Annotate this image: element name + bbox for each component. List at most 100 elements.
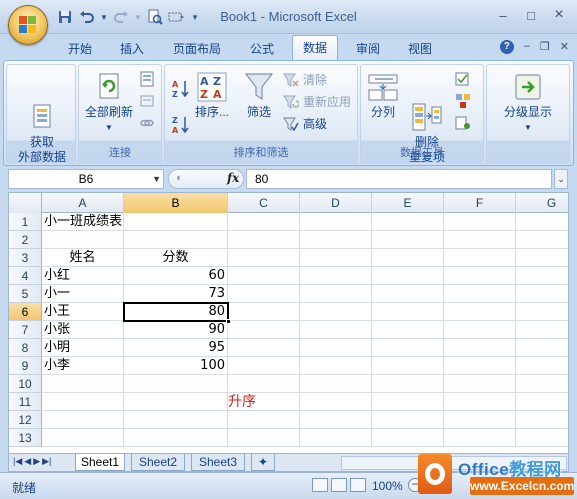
minimize-button[interactable]: – <box>491 6 515 24</box>
row-header[interactable]: 4 <box>9 267 42 285</box>
chevron-down-icon[interactable]: ▼ <box>152 170 161 188</box>
data-validation-icon[interactable] <box>455 71 471 87</box>
expand-formula-bar-button[interactable]: ⌄ <box>554 169 568 189</box>
consolidate-icon[interactable] <box>455 93 471 109</box>
cell[interactable] <box>228 303 300 321</box>
cell[interactable] <box>516 285 568 303</box>
cell[interactable] <box>228 285 300 303</box>
cell[interactable]: 73 <box>124 285 228 303</box>
cell[interactable] <box>228 213 300 231</box>
tab-insert[interactable]: 插入 <box>110 39 154 60</box>
tab-review[interactable]: 审阅 <box>346 39 390 60</box>
prev-sheet-icon[interactable]: ◀ <box>24 456 31 467</box>
cell[interactable] <box>228 411 300 429</box>
cell[interactable] <box>444 375 516 393</box>
cell[interactable]: 100 <box>124 357 228 375</box>
insert-function-button[interactable]: fx <box>227 171 239 185</box>
filter-button[interactable]: 筛选 <box>239 71 279 120</box>
cell[interactable]: 95 <box>124 339 228 357</box>
cell[interactable] <box>372 321 444 339</box>
restore-icon[interactable]: ❐ <box>540 40 550 54</box>
cell[interactable] <box>228 321 300 339</box>
cell[interactable]: 80 <box>124 303 228 321</box>
cell[interactable] <box>516 429 568 447</box>
cell[interactable] <box>516 267 568 285</box>
cell[interactable] <box>516 411 568 429</box>
cell[interactable] <box>124 375 228 393</box>
cell[interactable] <box>372 429 444 447</box>
cell[interactable] <box>372 411 444 429</box>
cell[interactable] <box>444 321 516 339</box>
cell[interactable] <box>228 231 300 249</box>
cell[interactable] <box>516 231 568 249</box>
cell[interactable] <box>444 429 516 447</box>
cell[interactable] <box>372 267 444 285</box>
customize-icon[interactable] <box>168 9 186 25</box>
tab-home[interactable]: 开始 <box>58 39 102 60</box>
edit-links-icon[interactable] <box>139 115 155 131</box>
cell[interactable]: 小张 <box>42 321 124 339</box>
cell[interactable] <box>300 249 372 267</box>
reapply-button[interactable]: 重新应用 <box>283 93 351 110</box>
cell[interactable] <box>300 303 372 321</box>
cell[interactable] <box>516 375 568 393</box>
sheet-tab-1[interactable]: Sheet1 <box>75 454 125 471</box>
cell[interactable] <box>516 339 568 357</box>
cell[interactable]: 姓名 <box>42 249 124 267</box>
cell[interactable]: 小王 <box>42 303 124 321</box>
cell[interactable] <box>444 303 516 321</box>
normal-view-button[interactable] <box>312 478 328 492</box>
cell[interactable] <box>444 393 516 411</box>
row-header[interactable]: 2 <box>9 231 42 249</box>
cell[interactable] <box>444 267 516 285</box>
redo-icon[interactable] <box>112 9 130 25</box>
cell[interactable] <box>372 375 444 393</box>
row-header[interactable]: 1 <box>9 213 42 231</box>
cell[interactable]: 小李 <box>42 357 124 375</box>
next-sheet-icon[interactable]: ▶ <box>33 456 40 467</box>
insert-sheet-button[interactable]: ✦ <box>251 454 275 471</box>
select-all-button[interactable] <box>9 193 42 213</box>
cell[interactable] <box>372 357 444 375</box>
column-header-d[interactable]: D <box>300 193 372 213</box>
cell[interactable] <box>124 231 228 249</box>
connections-icon[interactable] <box>139 71 155 87</box>
sheet-tab-2[interactable]: Sheet2 <box>131 454 185 471</box>
column-header-f[interactable]: F <box>444 193 516 213</box>
cell[interactable] <box>124 213 228 231</box>
cell[interactable] <box>42 231 124 249</box>
cell[interactable] <box>516 357 568 375</box>
cell[interactable]: 90 <box>124 321 228 339</box>
chevron-down-icon[interactable]: ▼ <box>134 9 142 25</box>
cell[interactable] <box>300 213 372 231</box>
column-header-a[interactable]: A <box>42 193 124 213</box>
cell[interactable] <box>42 375 124 393</box>
worksheet-grid[interactable]: A B C D E F G 1 小一班成绩表 2 3 姓名 分数 4 小红 60 5 小一 73 6 小王… <box>8 192 569 454</box>
cell[interactable]: 分数 <box>124 249 228 267</box>
what-if-analysis-icon[interactable] <box>455 115 471 131</box>
cell[interactable] <box>516 393 568 411</box>
sort-button[interactable]: AZZA 排序... <box>193 71 231 120</box>
cell[interactable] <box>372 213 444 231</box>
maximize-button[interactable]: □ <box>519 6 543 24</box>
cell[interactable]: 小一 <box>42 285 124 303</box>
cell[interactable] <box>228 357 300 375</box>
undo-icon[interactable] <box>78 9 96 25</box>
cell[interactable] <box>300 429 372 447</box>
zoom-level[interactable]: 100% <box>372 479 403 493</box>
help-icon[interactable]: ? <box>499 40 514 54</box>
first-sheet-icon[interactable]: |◀ <box>13 456 22 467</box>
minimize-icon[interactable]: – <box>524 40 530 54</box>
cell[interactable] <box>228 267 300 285</box>
cell[interactable] <box>300 375 372 393</box>
cell[interactable] <box>444 231 516 249</box>
drag-handle-icon[interactable]: ◖ <box>175 172 182 184</box>
cell[interactable] <box>300 411 372 429</box>
text-to-columns-button[interactable]: 分列 <box>363 71 403 120</box>
cell[interactable] <box>42 393 124 411</box>
cell[interactable] <box>516 249 568 267</box>
fill-handle[interactable] <box>226 319 231 324</box>
cell[interactable] <box>300 285 372 303</box>
chevron-down-icon[interactable]: ▾ <box>190 9 200 25</box>
formula-input[interactable]: 80 <box>246 169 552 189</box>
